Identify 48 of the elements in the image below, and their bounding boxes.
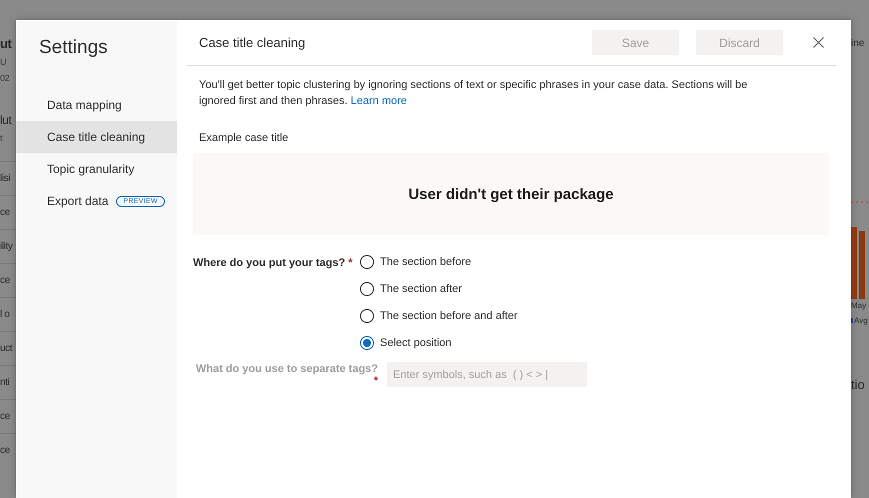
panel-title: Case title cleaning (199, 35, 306, 50)
background-text: lut (0, 113, 13, 127)
radio-icon[interactable] (360, 309, 374, 323)
radio-icon[interactable] (360, 282, 374, 296)
background-text: ine (851, 38, 866, 49)
background-text: nti (0, 377, 10, 388)
nav-item[interactable]: Topic granularity (16, 153, 177, 185)
background-text: ut (0, 36, 13, 51)
radio-option[interactable]: The section before and after (360, 309, 518, 323)
background-text: ce (0, 445, 10, 456)
example-title: User didn't get their package (408, 186, 614, 202)
nav-label: Case title cleaning (47, 130, 146, 144)
radio-icon[interactable] (360, 255, 374, 269)
example-label: Example case title (199, 132, 290, 144)
required-mark: * (348, 257, 353, 269)
close-icon[interactable] (813, 37, 824, 48)
background-text: l o (0, 309, 10, 320)
option-label: The section after (380, 283, 462, 295)
radio-option[interactable]: The section after (360, 282, 518, 296)
nav-label: Topic granularity (47, 162, 134, 176)
learn-more-link[interactable]: Learn more (350, 95, 407, 107)
nav-item[interactable]: Case title cleaning (16, 121, 177, 153)
background-text: ce (0, 411, 10, 422)
question-label: Where do you put your tags? * (193, 256, 354, 271)
nav-item[interactable]: Data mapping (16, 89, 177, 121)
description-text: You'll get better topic clustering by ignoring sections of text or specific phrases in your case data. Sections will be ignored first and then phrases. Learn more (199, 78, 748, 109)
option-label: The section before and after (380, 310, 518, 322)
background-text: ce (0, 207, 10, 218)
separator-label: What do you use to separate tags? * (194, 362, 379, 386)
background-text: t (0, 133, 4, 143)
background-text: lisi (0, 173, 10, 184)
required-mark: * (374, 374, 378, 386)
background-text: tio (851, 377, 866, 392)
background-text: ility (0, 241, 12, 252)
background-text: May (851, 301, 868, 310)
radio-icon[interactable] (360, 336, 374, 350)
background-text: uct (0, 343, 12, 354)
nav-label: Export data (47, 194, 108, 208)
settings-title: Settings (39, 37, 109, 59)
nav-label: Data mapping (47, 98, 122, 112)
background-text: U (0, 57, 8, 67)
background-text: 02 (0, 73, 10, 83)
background-text: Avg (854, 316, 868, 325)
option-label: Select position (380, 337, 452, 349)
radio-option[interactable]: The section before (360, 255, 518, 269)
option-label: The section before (380, 256, 472, 268)
background-text: ce (0, 275, 10, 286)
radio-option[interactable]: Select position (360, 336, 518, 350)
